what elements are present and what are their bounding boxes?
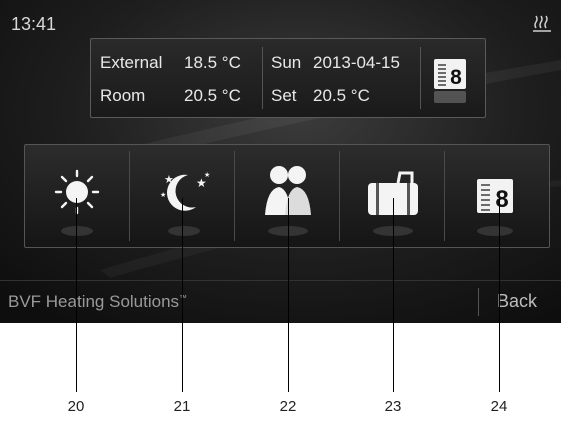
program-mode-button[interactable]: 8 [445,145,549,247]
comfort-mode-button[interactable] [25,145,129,247]
setpoint-label: Set [271,86,297,105]
info-divider [262,47,263,109]
svg-text:8: 8 [495,186,508,213]
party-mode-button[interactable] [235,145,339,247]
suitcase-icon [368,171,418,236]
thermostat-screen: 13:41 External 18.5 °C Room 20.5 °C Sun … [0,0,561,323]
callout-label: 23 [384,398,402,415]
callout-line [499,198,500,392]
brand-name: BVF Heating Solutions™ [8,292,188,311]
external-temperature: 18.5 °C [184,53,241,72]
holiday-mode-button[interactable] [340,145,444,247]
setpoint-temperature: 20.5 °C [313,86,370,105]
room-temperature: 20.5 °C [184,86,241,105]
date: 2013-04-15 [313,53,400,72]
back-button[interactable]: Back [497,291,537,312]
info-divider [420,47,421,109]
footer-separator [478,288,479,316]
svg-text:8: 8 [450,66,462,89]
callout-line [393,198,394,392]
clock-time: 13:41 [11,14,57,34]
external-label: External [100,53,163,72]
callout-label: 21 [173,398,191,415]
callout-label: 20 [67,398,85,415]
sun-icon [54,169,100,236]
trademark: ™ [179,293,188,303]
people-icon [265,166,311,236]
svg-text:★: ★ [164,174,174,186]
svg-text:★: ★ [204,171,210,179]
callout-label: 22 [279,398,297,415]
callout-label: 24 [490,398,508,415]
program-8-icon: 8 [477,179,513,236]
climate-info-panel: External 18.5 °C Room 20.5 °C Sun 2013-0… [90,38,486,118]
svg-text:★: ★ [160,191,166,199]
weekday: Sun [271,53,302,72]
program-8-icon: 8 [434,59,466,103]
callout-line [288,198,289,392]
room-label: Room [100,86,146,105]
footer-divider [0,280,561,281]
heating-coil-icon [533,15,551,32]
mode-selector: ★ ★ ★ ★ 8 [24,144,550,248]
callout-line [76,198,77,392]
callout-line [182,198,183,392]
